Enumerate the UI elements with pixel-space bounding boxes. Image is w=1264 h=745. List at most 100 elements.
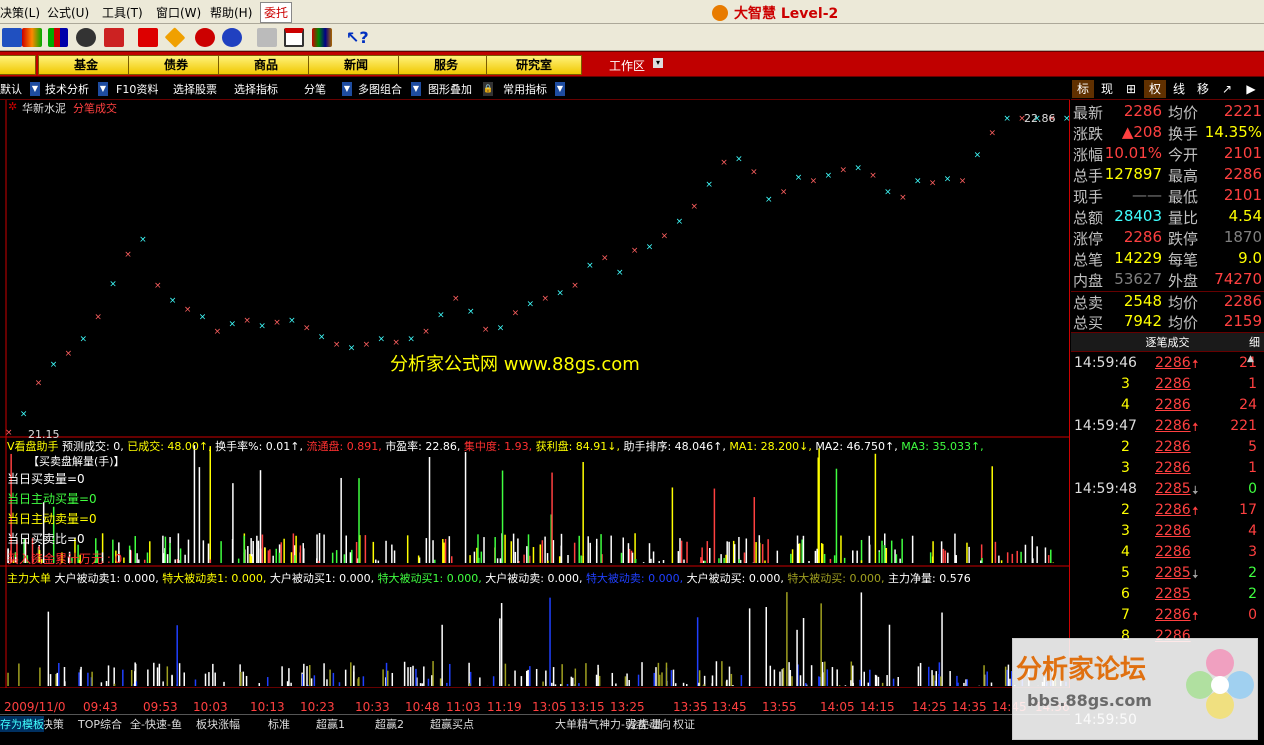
indicator1-value: 已成交: 48.00↑, <box>127 440 216 453</box>
indicator2-value: 大户被动卖: 0.000, <box>485 572 586 585</box>
tab-tick-dropdown-icon[interactable]: ▼ <box>342 82 352 96</box>
time-tick: 13:55 <box>762 700 797 714</box>
quote-panel-tabs: 标现 ⊞ 权线移 ↗ ▶ <box>1071 78 1264 100</box>
nav-fund-button[interactable]: 基金 <box>38 55 134 75</box>
tab-tick[interactable]: 分笔 <box>304 81 326 97</box>
indicator1-title[interactable]: V看盘助手 <box>7 440 59 453</box>
bottom-tab[interactable]: 超赢2 <box>375 716 404 732</box>
bottom-tab[interactable]: 权证 <box>673 716 695 732</box>
price-point: × <box>512 309 520 319</box>
bottom-tab[interactable]: 超赢买点 <box>430 716 474 732</box>
blue-circle-icon[interactable] <box>222 28 242 47</box>
quote-tab[interactable]: 权 <box>1144 80 1166 98</box>
tab-common-indicators[interactable]: 常用指标 <box>503 81 547 97</box>
books-icon[interactable] <box>312 28 332 47</box>
menu-help[interactable]: 帮助(H) <box>210 4 252 21</box>
tab-select-indicator[interactable]: 选择指标 <box>234 81 278 97</box>
scroll-up-icon[interactable]: ▲ <box>1247 354 1255 364</box>
indicator2-title[interactable]: 主力大单 <box>7 572 51 585</box>
tab-multi-chart-dropdown-icon[interactable]: ▼ <box>411 82 421 96</box>
nav-stock-button[interactable]: 股 <box>0 55 36 75</box>
tab-common-dropdown-icon[interactable]: ▼ <box>555 82 565 96</box>
time-tick: 11:19 <box>487 700 522 714</box>
quote-tab[interactable]: ⊞ <box>1120 80 1142 98</box>
menu-decision[interactable]: 决策(L) <box>0 4 40 21</box>
tab-technical[interactable]: 技术分析 <box>45 81 89 97</box>
price-point: × <box>65 349 73 359</box>
quote-tab[interactable]: 线 <box>1168 80 1190 98</box>
quote-value: 4.54 <box>1228 207 1262 225</box>
window-icon[interactable] <box>284 28 304 47</box>
price-point: × <box>586 261 594 271</box>
bottom-tab[interactable]: TOP综合 <box>78 716 122 732</box>
tick-price: 2286 <box>1155 376 1191 392</box>
back-icon[interactable] <box>2 28 22 47</box>
menu-formula[interactable]: 公式(U) <box>47 4 89 21</box>
tab-technical-dropdown-icon[interactable]: ▼ <box>98 82 108 96</box>
binoculars-icon[interactable] <box>76 28 96 47</box>
indicator1-stat: 当日主动买量=0 <box>7 492 97 506</box>
bottom-tab[interactable]: 存为模板 <box>0 716 44 732</box>
nav-commodity-button[interactable]: 商品 <box>218 55 314 75</box>
menu-tools[interactable]: 工具(T) <box>102 4 143 21</box>
tab-default[interactable]: 默认 <box>0 81 22 97</box>
quote-value: 1870 <box>1223 228 1262 246</box>
quote-tab[interactable]: 移 <box>1192 80 1214 98</box>
quote-tab[interactable]: ▶ <box>1240 80 1262 98</box>
quote-tab[interactable]: 标 <box>1072 80 1094 98</box>
quote-row: 总笔 14229 每笔 9.0 <box>1071 249 1264 270</box>
nav-research-button[interactable]: 研究室 <box>486 55 582 75</box>
nav-news-button[interactable]: 新闻 <box>308 55 404 75</box>
tick-arrow-icon: 🠇 <box>1192 483 1199 497</box>
time-tick: 13:25 <box>610 700 645 714</box>
price-point: × <box>810 176 818 186</box>
flag-icon[interactable] <box>138 28 158 47</box>
tab-multi-chart[interactable]: 多图组合 <box>358 81 402 97</box>
workspace-label[interactable]: 工作区 <box>609 57 645 74</box>
tick-volume: 5 <box>1248 439 1257 455</box>
price-point: × <box>50 360 58 370</box>
tick-row: 3 2286 4 <box>1071 523 1264 544</box>
ticks-detail-button[interactable]: 细 <box>1249 333 1260 352</box>
diamond-icon[interactable] <box>164 27 186 48</box>
quote-tab[interactable]: ↗ <box>1216 80 1238 98</box>
price-point: × <box>884 187 892 197</box>
quote-label: 今开 <box>1168 146 1199 164</box>
quote-icon[interactable] <box>22 28 42 47</box>
price-point: × <box>795 173 803 183</box>
quote-tab[interactable]: 现 <box>1096 80 1118 98</box>
tab-select-stock[interactable]: 选择股票 <box>173 81 217 97</box>
bottom-tab[interactable]: 龙虎动向 <box>627 716 671 732</box>
workspace-dropdown-icon[interactable]: ▾ <box>653 58 663 68</box>
lock-icon[interactable]: 🔒 <box>483 82 493 96</box>
menu-window[interactable]: 窗口(W) <box>156 4 201 21</box>
bottom-tab[interactable]: 板块涨幅 <box>196 716 240 732</box>
print-icon[interactable] <box>257 28 277 47</box>
tab-default-dropdown-icon[interactable]: ▼ <box>30 82 40 96</box>
bottom-tab[interactable]: 标准 <box>268 716 290 732</box>
nav-bond-button[interactable]: 债券 <box>128 55 224 75</box>
price-point: × <box>258 321 266 331</box>
time-tick: 2009/11/0 <box>4 700 66 714</box>
indicator1-section: 【买卖盘解量(手)】 <box>28 455 125 468</box>
price-point: × <box>676 217 684 227</box>
red-circle-icon[interactable] <box>195 28 215 47</box>
alert-icon[interactable] <box>104 28 124 47</box>
forum-watermark: 分析家论坛 bbs.88gs.com <box>1012 638 1258 740</box>
bottom-tab[interactable]: 超赢1 <box>316 716 345 732</box>
nav-service-button[interactable]: 服务 <box>398 55 494 75</box>
indicator1-value: 集中度: 1.93, <box>463 440 536 453</box>
help-pointer-icon[interactable]: ↖? <box>346 28 369 47</box>
quote-label: 最新 <box>1073 104 1104 122</box>
quote-value: 2286 <box>1223 292 1262 310</box>
price-point: × <box>392 338 400 348</box>
indicator1-value: MA2: 46.750↑, <box>815 440 902 453</box>
tab-overlay[interactable]: 图形叠加 <box>428 81 472 97</box>
menu-trade[interactable]: 委托 <box>260 2 293 23</box>
indicator1-value: 预测成交: 0, <box>62 440 128 453</box>
bottom-tab[interactable]: 全-快速-鱼 <box>130 716 182 732</box>
quote-value: 14229 <box>1114 249 1162 267</box>
price-point: × <box>497 323 505 333</box>
bars-icon[interactable] <box>48 28 68 47</box>
tab-f10[interactable]: F10资料 <box>116 81 158 97</box>
